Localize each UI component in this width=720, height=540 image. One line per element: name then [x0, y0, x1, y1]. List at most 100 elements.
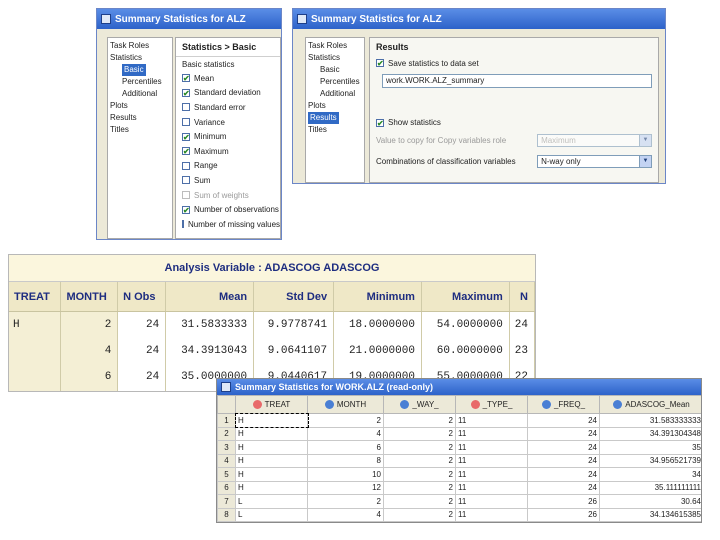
table-cell[interactable]: 24	[527, 480, 600, 495]
table-cell[interactable]: 30.64	[599, 494, 701, 509]
save-statistics-checkbox[interactable]: ✔	[376, 59, 384, 68]
table-cell[interactable]: 2	[383, 507, 456, 522]
table-row[interactable]: 8 L 4 2 11 26 34.134615385	[217, 507, 701, 522]
dialog-title-bar[interactable]: Summary Statistics for ALZ	[97, 9, 281, 29]
table-cell[interactable]: 26	[527, 521, 600, 522]
row-number[interactable]: 1	[217, 413, 236, 428]
tree-item-statistics[interactable]: Statistics	[308, 52, 362, 64]
tree-item-task-roles[interactable]: Task Roles	[110, 40, 170, 52]
table-cell[interactable]: 24	[527, 413, 600, 428]
row-number[interactable]: 2	[217, 426, 236, 441]
table-cell[interactable]: 26	[527, 507, 600, 522]
table-row[interactable]: 6 H 12 2 11 24 35.111111111	[217, 480, 701, 495]
table-cell[interactable]: 2	[383, 413, 456, 428]
table-cell[interactable]: H	[235, 453, 308, 468]
table-cell[interactable]: 24	[527, 453, 600, 468]
tree-item-results[interactable]: Results	[308, 112, 339, 124]
table-cell[interactable]: 11	[455, 426, 528, 441]
table-cell[interactable]: 11	[455, 521, 528, 522]
table-cell[interactable]: 11	[455, 480, 528, 495]
table-cell[interactable]: 11	[455, 494, 528, 509]
tree-item-percentiles[interactable]: Percentiles	[110, 76, 170, 88]
table-cell[interactable]: 11	[455, 453, 528, 468]
tree-item-plots[interactable]: Plots	[308, 100, 362, 112]
tree-item-additional[interactable]: Additional	[110, 88, 170, 100]
table-cell[interactable]: 12	[307, 480, 384, 495]
row-number[interactable]: 7	[217, 494, 236, 509]
table-cell[interactable]: L	[235, 494, 308, 509]
column-header[interactable]: _TYPE_	[455, 395, 528, 414]
dialog-title-bar[interactable]: Summary Statistics for ALZ	[293, 9, 665, 29]
tree-item-percentiles[interactable]: Percentiles	[308, 76, 362, 88]
table-cell[interactable]: 26	[527, 494, 600, 509]
checked-checkbox[interactable]: ✔	[182, 205, 190, 214]
statistic-option[interactable]: Sum	[176, 173, 280, 188]
column-header[interactable]: TREAT	[235, 395, 308, 414]
statistic-option[interactable]: Variance	[176, 115, 280, 130]
tree-item-additional[interactable]: Additional	[308, 88, 362, 100]
column-header[interactable]: ADASCOG_Mean	[599, 395, 701, 414]
table-cell[interactable]: L	[235, 507, 308, 522]
table-cell[interactable]: 4	[307, 426, 384, 441]
table-cell[interactable]: 34.956521739	[599, 453, 701, 468]
table-row[interactable]: 1 H 2 2 11 24 31.583333333	[217, 412, 701, 428]
table-cell[interactable]: 11	[455, 413, 528, 428]
statistic-option[interactable]: ✔ Maximum	[176, 144, 280, 159]
chevron-down-icon[interactable]: ▼	[639, 135, 651, 147]
tree-item-statistics[interactable]: Statistics	[110, 52, 170, 64]
table-cell[interactable]: H	[235, 426, 308, 441]
table-cell[interactable]: 35	[599, 440, 701, 455]
table-row[interactable]: 4 H 8 2 11 24 34.956521739	[217, 453, 701, 468]
checked-checkbox[interactable]: ✔	[182, 147, 190, 156]
table-cell[interactable]: 11	[455, 507, 528, 522]
table-cell[interactable]: 4	[307, 507, 384, 522]
row-number[interactable]: 9	[217, 521, 236, 522]
tree-item-titles[interactable]: Titles	[110, 124, 170, 136]
statistic-option[interactable]: ✔ Mean	[176, 71, 280, 86]
table-cell[interactable]: H	[235, 467, 308, 482]
table-cell[interactable]: 2	[383, 440, 456, 455]
save-statistics-option[interactable]: ✔ Save statistics to data set	[370, 56, 658, 71]
show-statistics-checkbox[interactable]: ✔	[376, 118, 384, 127]
table-cell[interactable]: H	[235, 480, 308, 495]
checkbox[interactable]	[182, 103, 190, 112]
checkbox[interactable]	[182, 118, 190, 127]
table-row[interactable]: 5 H 10 2 11 24 34	[217, 467, 701, 482]
table-row[interactable]: 2 H 4 2 11 24 34.391304348	[217, 426, 701, 441]
checkbox[interactable]	[182, 176, 190, 185]
table-cell[interactable]: 2	[307, 413, 384, 428]
dataset-name-input[interactable]: work.WORK.ALZ_summary	[382, 73, 652, 88]
table-row[interactable]: 3 H 6 2 11 24 35	[217, 440, 701, 455]
table-cell[interactable]: L	[235, 521, 308, 522]
table-cell[interactable]: 2	[383, 426, 456, 441]
tree-item-task-roles[interactable]: Task Roles	[308, 40, 362, 52]
table-cell[interactable]: H	[235, 440, 308, 455]
checkbox[interactable]	[182, 161, 190, 170]
statistic-option[interactable]: ✔ Number of observations	[176, 202, 280, 217]
row-number[interactable]: 5	[217, 467, 236, 482]
tree-item-basic[interactable]: Basic	[122, 64, 146, 76]
table-cell[interactable]: 10	[307, 467, 384, 482]
checked-checkbox[interactable]: ✔	[182, 88, 190, 97]
table-cell[interactable]: 2	[383, 453, 456, 468]
statistic-option[interactable]: ✔ Minimum	[176, 129, 280, 144]
table-cell[interactable]: 34.134615385	[599, 507, 701, 522]
table-cell[interactable]: 2	[383, 521, 456, 522]
column-header[interactable]: _FREQ_	[527, 395, 600, 414]
row-number[interactable]: 3	[217, 440, 236, 455]
show-statistics-option[interactable]: ✔ Show statistics	[370, 116, 658, 131]
tree-item-plots[interactable]: Plots	[110, 100, 170, 112]
table-cell[interactable]: H	[234, 412, 309, 428]
table-row[interactable]: 7 L 2 2 11 26 30.64	[217, 494, 701, 509]
row-number[interactable]: 4	[217, 453, 236, 468]
chevron-down-icon[interactable]: ▼	[639, 156, 651, 168]
viewtable-title-bar[interactable]: Summary Statistics for WORK.ALZ (read-on…	[217, 379, 701, 395]
table-row[interactable]: 9L62112635.5	[217, 521, 701, 522]
tree-item-results[interactable]: Results	[110, 112, 170, 124]
checked-checkbox[interactable]: ✔	[182, 132, 190, 141]
corner-header[interactable]	[217, 395, 236, 414]
table-cell[interactable]: 11	[455, 467, 528, 482]
table-cell[interactable]: 2	[307, 494, 384, 509]
row-number[interactable]: 8	[217, 507, 236, 522]
value-copy-dropdown[interactable]: Maximum ▼	[537, 134, 652, 148]
